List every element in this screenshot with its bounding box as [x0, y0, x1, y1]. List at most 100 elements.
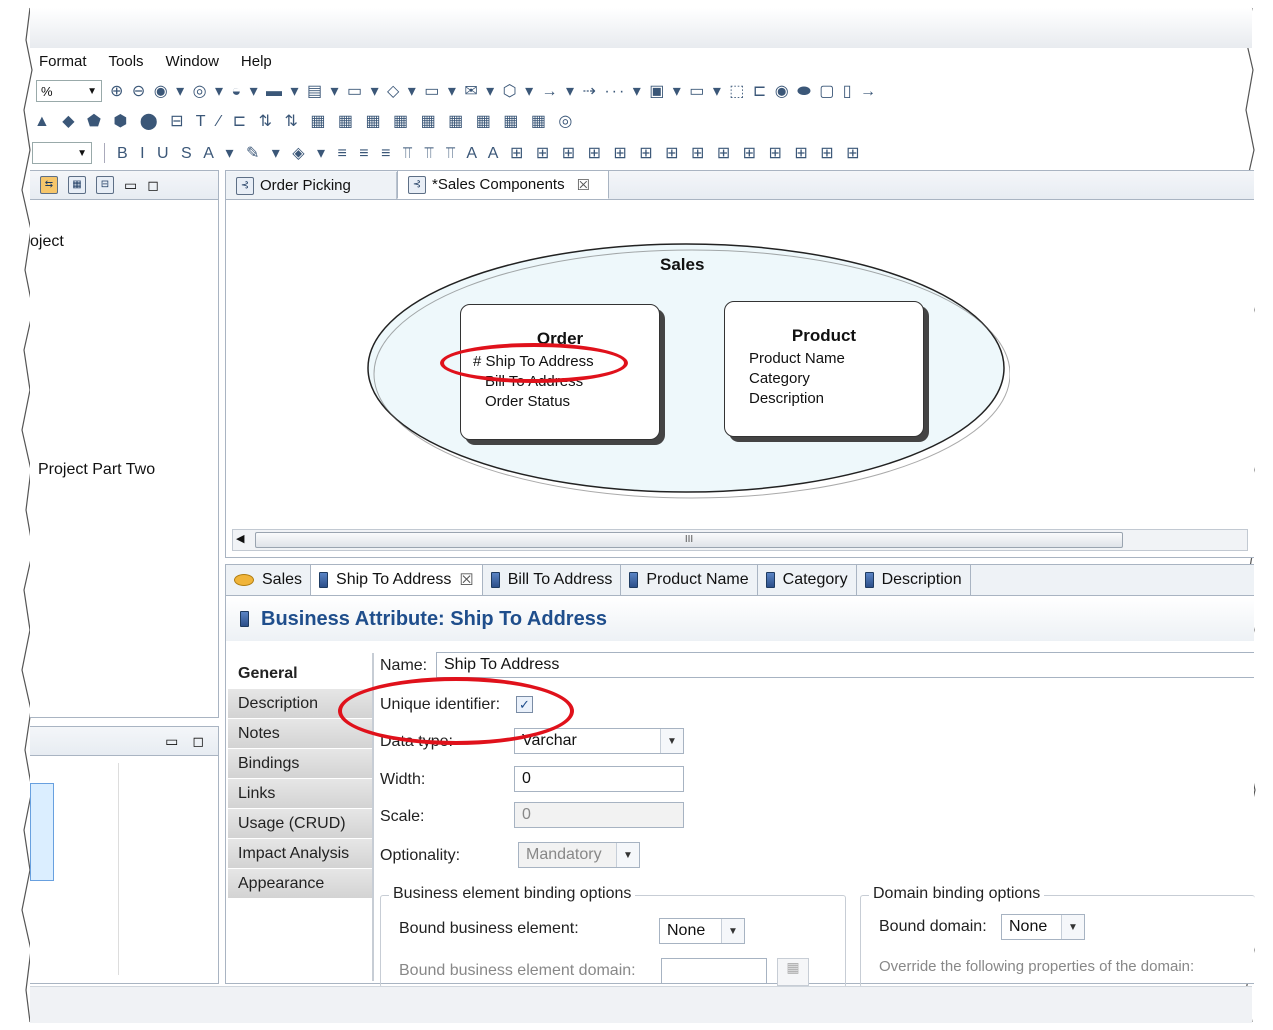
- shape-tool-icons[interactable]: ▲ ◆ ⬟ ⬢ ⬤ ⊟ T ⁄ ⊏ ⇅ ⇅ ▦ ▦ ▦ ▦ ▦ ▦ ▦ ▦ ▦ …: [34, 111, 576, 131]
- highlight-ellipse: [440, 343, 628, 383]
- tab-label: Sales: [262, 571, 303, 588]
- optionality-label: Optionality:: [380, 847, 461, 864]
- subject-area-title: Sales: [660, 255, 705, 274]
- entity-attribute[interactable]: Description: [749, 390, 824, 407]
- menu-bar: Format Tools Window Help: [28, 50, 1253, 72]
- close-icon[interactable]: ☒: [577, 176, 590, 194]
- chevron-down-icon: ▼: [1061, 915, 1084, 939]
- editor-tab-bar: ⊰ Order Picking ⊰ *Sales Components ☒: [226, 170, 1254, 200]
- entity-title: Product: [791, 326, 857, 345]
- tab-label: Category: [782, 571, 848, 588]
- entity-attribute[interactable]: Product Name: [749, 350, 845, 367]
- diagram-tool-icons[interactable]: ⊕ ⊖ ◉ ▾ ◎ ▾ ◒ ▾ ▬ ▾ ▤ ▾ ▭ ▾ ◇ ▾ ▭ ▾ ✉ ▾ …: [110, 81, 878, 101]
- menu-tools[interactable]: Tools: [98, 53, 155, 70]
- scale-value: 0: [522, 806, 531, 823]
- attribute-icon: [490, 572, 500, 588]
- format-tool-icons[interactable]: B I U S A ▾ ✎ ▾ ◈ ▾ ≡ ≡ ≡ ⫪ ⫪ ⫪ A A ⊞ ⊞ …: [117, 143, 864, 163]
- attribute-icon: [319, 572, 329, 588]
- bound-domain-label: Bound domain:: [879, 918, 987, 935]
- scale-field: 0: [514, 802, 684, 828]
- override-domain-text: Override the following properties of the…: [879, 958, 1195, 975]
- width-field[interactable]: 0: [514, 766, 684, 792]
- attribute-icon: [765, 572, 775, 588]
- tab-label: Ship To Address: [336, 571, 452, 588]
- side-tab-impact-analysis[interactable]: Impact Analysis: [228, 839, 372, 869]
- name-value: Ship To Address: [444, 656, 560, 673]
- browse-icon: ▦: [777, 958, 809, 986]
- tab-bill-to-address[interactable]: Bill To Address: [483, 565, 622, 595]
- tab-category[interactable]: Category: [758, 565, 857, 595]
- outline-viewport[interactable]: [30, 783, 54, 881]
- side-tab-bindings[interactable]: Bindings: [228, 749, 372, 779]
- tab-description[interactable]: Description: [857, 565, 971, 595]
- scroll-left-arrow[interactable]: ◀: [236, 532, 244, 545]
- horizontal-scrollbar[interactable]: ◀ III: [232, 529, 1248, 551]
- diagram-icon: ⊰: [236, 176, 254, 195]
- menu-help[interactable]: Help: [230, 53, 283, 70]
- entity-product[interactable]: Product Product Name Category Descriptio…: [724, 301, 924, 437]
- tree-item-project[interactable]: oject: [30, 233, 64, 251]
- width-label: Width:: [380, 771, 426, 788]
- outline-toolbar: ▭ ◻: [30, 727, 218, 756]
- tab-label: Description: [881, 571, 962, 588]
- bound-domain-select[interactable]: None ▼: [1001, 914, 1085, 940]
- side-tab-general[interactable]: General: [228, 659, 372, 689]
- tab-label: Bill To Address: [507, 571, 613, 588]
- scale-label: Scale:: [380, 808, 425, 825]
- toolbar-row-3: ▼ B I U S A ▾ ✎ ▾ ◈ ▾ ≡ ≡ ≡ ⫪ ⫪ ⫪ A A ⊞ …: [28, 138, 1253, 168]
- attribute-icon: [864, 572, 874, 588]
- optionality-select: Mandatory ▼: [518, 842, 640, 868]
- bound-business-element-label: Bound business element:: [399, 920, 579, 937]
- bound-business-element-domain-label: Bound business element domain:: [399, 962, 636, 979]
- font-size-combo[interactable]: ▼: [32, 142, 92, 164]
- domain-binding-group: Domain binding options Bound domain: Non…: [860, 885, 1255, 988]
- diagram-editor-panel: ⊰ Order Picking ⊰ *Sales Components ☒ Sa…: [225, 170, 1254, 558]
- side-tab-usage[interactable]: Usage (CRUD): [228, 809, 372, 839]
- tab-sales[interactable]: Sales: [226, 565, 312, 595]
- side-tab-appearance[interactable]: Appearance: [228, 869, 372, 899]
- name-field[interactable]: Ship To Address: [436, 652, 1254, 678]
- chevron-down-icon: ▼: [616, 843, 639, 867]
- side-tab-links[interactable]: Links: [228, 779, 372, 809]
- tab-product-name[interactable]: Product Name: [621, 565, 758, 595]
- properties-tab-bar: Sales Ship To Address ☒ Bill To Address …: [226, 565, 1254, 596]
- chevron-down-icon: ▼: [77, 147, 87, 159]
- properties-title: Business Attribute: Ship To Address: [261, 607, 607, 630]
- optionality-value: Mandatory: [526, 846, 602, 863]
- close-icon[interactable]: ☒: [459, 570, 473, 590]
- toolbar-separator: [104, 143, 105, 163]
- minimize-icon[interactable]: ▭: [124, 177, 137, 194]
- tab-label: *Sales Components: [432, 176, 565, 193]
- outline-panel: ▭ ◻: [30, 726, 219, 984]
- attribute-icon: [240, 611, 249, 627]
- tab-label: Order Picking: [260, 177, 351, 194]
- title-band: [30, 8, 1252, 48]
- menu-window[interactable]: Window: [155, 53, 230, 70]
- group-title: Business element binding options: [389, 885, 636, 903]
- bound-business-element-domain-field: [661, 958, 767, 984]
- maximize-icon[interactable]: ◻: [192, 733, 204, 750]
- minimize-icon[interactable]: ▭: [165, 733, 178, 750]
- highlight-ellipse: [338, 677, 574, 745]
- name-label: Name:: [380, 657, 428, 674]
- entity-attribute[interactable]: Category: [749, 370, 810, 387]
- tab-sales-components[interactable]: ⊰ *Sales Components ☒: [397, 170, 609, 199]
- properties-header: Business Attribute: Ship To Address: [226, 597, 1254, 641]
- tree-item-project-two[interactable]: Project Part Two: [38, 461, 155, 479]
- bound-business-element-select[interactable]: None ▼: [659, 918, 745, 944]
- menu-format[interactable]: Format: [28, 53, 98, 70]
- link-editor-icon[interactable]: ⇆: [40, 176, 58, 194]
- chevron-down-icon: ▼: [660, 729, 683, 753]
- attribute-icon: [629, 572, 639, 588]
- tab-ship-to-address[interactable]: Ship To Address ☒: [311, 565, 483, 595]
- entity-attribute[interactable]: Order Status: [485, 393, 570, 410]
- scroll-thumb[interactable]: III: [255, 532, 1123, 548]
- new-model-icon[interactable]: ▦: [68, 176, 86, 194]
- chevron-down-icon: ▼: [721, 919, 744, 943]
- tab-order-picking[interactable]: ⊰ Order Picking: [226, 172, 397, 199]
- scroll-grip: III: [684, 534, 694, 545]
- group-title: Domain binding options: [869, 885, 1045, 903]
- maximize-icon[interactable]: ◻: [147, 177, 159, 194]
- zoom-combo[interactable]: % ▼: [36, 80, 102, 102]
- collapse-all-icon[interactable]: ⊟: [96, 176, 114, 194]
